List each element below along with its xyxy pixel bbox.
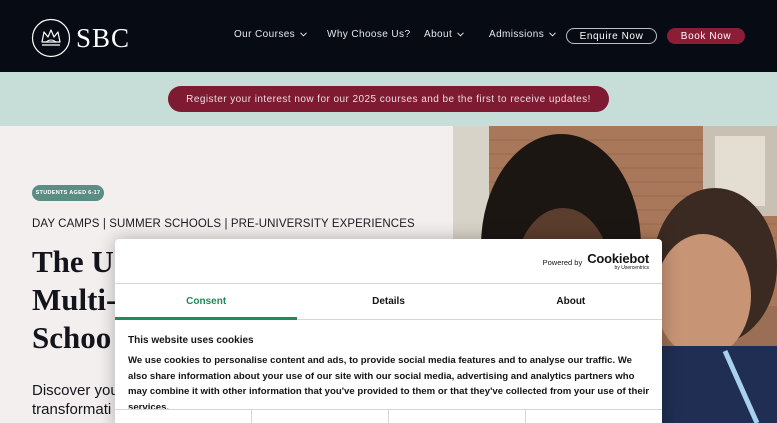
enquire-now-button[interactable]: Enquire Now <box>566 28 657 44</box>
logo-text: SBC <box>76 22 131 53</box>
hero-heading: The U Multi- Schoo <box>32 243 116 357</box>
logo[interactable]: SBC <box>31 17 131 59</box>
cookiebot-logo-byline: by Usercentrics <box>614 265 649 271</box>
cookie-consent-dialog: Powered by Cookiebot by Usercentrics Con… <box>115 239 662 423</box>
tab-about[interactable]: About <box>480 284 662 319</box>
chevron-down-icon <box>549 32 556 37</box>
nav-item-label: Our Courses <box>234 29 296 40</box>
hero-description-line: Discover you <box>32 382 119 399</box>
hero-description: Discover you transformati <box>32 381 119 419</box>
cookie-category-cell[interactable] <box>252 410 389 423</box>
nav-item-about[interactable]: About <box>424 29 464 40</box>
cookie-category-cell[interactable] <box>389 410 526 423</box>
hero-heading-line: Schoo <box>32 320 112 355</box>
tab-consent[interactable]: Consent <box>115 284 298 320</box>
hero-heading-line: The U <box>32 244 114 279</box>
cookiebot-branding[interactable]: Powered by Cookiebot by Usercentrics <box>542 252 650 271</box>
nav-item-label: Why Choose Us? <box>327 29 411 40</box>
nav-item-admissions[interactable]: Admissions <box>489 29 556 40</box>
register-interest-link[interactable]: Register your interest now for our 2025 … <box>168 86 609 112</box>
cookie-body-text: We use cookies to personalise content an… <box>128 355 650 413</box>
cookie-tabs: Consent Details About <box>115 283 662 320</box>
age-badge: STUDENTS AGED 6-17 <box>32 185 104 201</box>
announcement-banner: Register your interest now for our 2025 … <box>0 72 777 126</box>
nav-item-label: Admissions <box>489 29 545 40</box>
cookie-category-cell[interactable] <box>526 410 662 423</box>
cookie-category-cell[interactable] <box>115 410 252 423</box>
nav-item-why-choose-us[interactable]: Why Choose Us? <box>327 29 410 40</box>
powered-by-label: Powered by <box>542 258 583 267</box>
cookiebot-logo: Cookiebot by Usercentrics <box>587 252 649 271</box>
hero-subheading: DAY CAMPS | SUMMER SCHOOLS | PRE-UNIVERS… <box>32 218 415 230</box>
site-header: SBC Our Courses Why Choose Us? About Adm… <box>0 0 777 72</box>
crown-icon <box>31 18 71 58</box>
book-now-button[interactable]: Book Now <box>667 28 745 44</box>
cookiebot-logo-name: Cookiebot <box>587 251 649 266</box>
nav-item-label: About <box>424 29 453 40</box>
hero-heading-line: Multi- <box>32 282 117 317</box>
chevron-down-icon <box>457 32 464 37</box>
chevron-down-icon <box>300 32 307 37</box>
cookie-title: This website uses cookies <box>128 335 254 346</box>
nav-item-our-courses[interactable]: Our Courses <box>234 29 307 40</box>
hero-description-line: transformati <box>32 401 112 418</box>
cookie-category-grid <box>115 409 662 423</box>
tab-details[interactable]: Details <box>297 284 479 319</box>
